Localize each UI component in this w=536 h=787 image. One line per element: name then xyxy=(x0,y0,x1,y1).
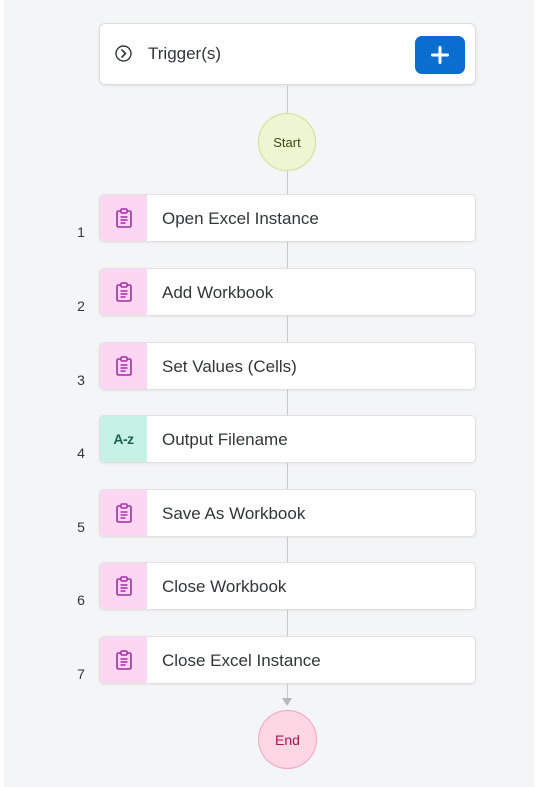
chevron-right-circle-icon[interactable] xyxy=(115,45,132,62)
start-node: Start xyxy=(258,113,316,171)
clipboard-icon xyxy=(115,576,132,596)
step-label: Set Values (Cells) xyxy=(162,357,297,376)
step-label: Close Excel Instance xyxy=(162,651,321,670)
clipboard-icon xyxy=(115,282,132,302)
step-icon-box xyxy=(100,563,147,609)
clipboard-icon xyxy=(115,650,132,670)
step-number: 5 xyxy=(77,519,85,535)
step-card-add-workbook[interactable]: Add Workbook xyxy=(99,268,476,316)
step-number: 2 xyxy=(77,298,85,314)
step-number: 4 xyxy=(77,445,85,461)
clipboard-icon xyxy=(115,503,132,523)
step-number: 1 xyxy=(77,224,85,240)
step-label: Output Filename xyxy=(162,430,288,449)
step-card-save-as-workbook[interactable]: Save As Workbook xyxy=(99,489,476,537)
end-label: End xyxy=(275,731,300,748)
step-label: Close Workbook xyxy=(162,577,287,596)
end-node: End xyxy=(258,710,317,769)
flow-canvas: Trigger(s) Start 1 Open Excel Instance 2 xyxy=(4,0,534,787)
step-label: Save As Workbook xyxy=(162,504,306,523)
step-icon-box: A-z xyxy=(100,416,147,462)
step-icon-box xyxy=(100,343,147,389)
step-number: 3 xyxy=(77,372,85,388)
step-card-open-excel-instance[interactable]: Open Excel Instance xyxy=(99,194,476,242)
trigger-panel[interactable]: Trigger(s) xyxy=(99,23,476,85)
step-number: 7 xyxy=(77,666,85,682)
flow-arrowhead-icon xyxy=(282,698,292,706)
step-card-close-excel-instance[interactable]: Close Excel Instance xyxy=(99,636,476,684)
step-icon-box xyxy=(100,637,147,683)
trigger-label: Trigger(s) xyxy=(148,44,222,63)
step-card-close-workbook[interactable]: Close Workbook xyxy=(99,562,476,610)
plus-icon xyxy=(431,46,449,64)
step-label: Open Excel Instance xyxy=(162,209,319,228)
step-icon-box xyxy=(100,195,147,241)
clipboard-icon xyxy=(115,208,132,228)
step-number: 6 xyxy=(77,592,85,608)
start-label: Start xyxy=(273,134,301,150)
clipboard-icon xyxy=(115,356,132,376)
step-label: Add Workbook xyxy=(162,283,274,302)
a-z-icon: A-z xyxy=(113,431,134,447)
step-card-output-filename[interactable]: A-z Output Filename xyxy=(99,415,476,463)
step-icon-box xyxy=(100,269,147,315)
step-card-set-values-cells[interactable]: Set Values (Cells) xyxy=(99,342,476,390)
add-trigger-button[interactable] xyxy=(415,36,465,74)
step-icon-box xyxy=(100,490,147,536)
